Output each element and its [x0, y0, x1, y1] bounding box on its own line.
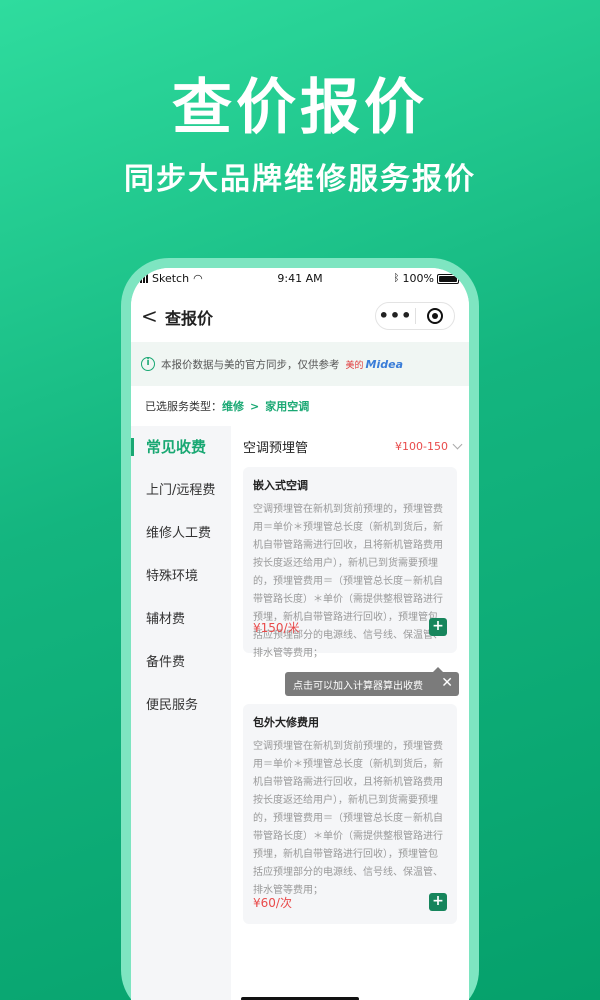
sidebar-item-labor-fees[interactable]: 维修人工费 [131, 512, 231, 555]
sidebar-item-special-env[interactable]: 特殊环境 [131, 555, 231, 598]
back-button[interactable]: < [141, 304, 158, 328]
target-icon [426, 308, 443, 324]
fee-card: 嵌入式空调 空调预埋管在新机到货前预埋的，预埋管费用＝单价＊预埋管总长度（新机到… [243, 467, 457, 659]
add-to-calculator-button[interactable]: + [429, 618, 447, 636]
notice-text: 本报价数据与美的官方同步，仅供参考 [161, 358, 340, 371]
service-type-label: 已选服务类型： [145, 400, 222, 413]
fee-card-description: 空调预埋管在新机到货前预埋的，预埋管费用＝单价＊预埋管总长度（新机到货后，新机自… [253, 504, 443, 659]
sidebar-item-visit-fees[interactable]: 上门/远程费 [131, 469, 231, 512]
fee-card-price: ¥60/次 [253, 896, 292, 910]
sidebar-item-spare-parts[interactable]: 备件费 [131, 641, 231, 684]
chevron-down-icon [452, 439, 463, 449]
service-type-bar: 已选服务类型： 维修 > 家用空调 [131, 386, 469, 426]
nav-bar: < 查报价 ••• [131, 290, 469, 342]
battery-percent: 100% [402, 272, 434, 285]
sidebar-item-convenience[interactable]: 便民服务 [131, 684, 231, 727]
category-header[interactable]: 空调预埋管 ¥100-150 [231, 426, 469, 466]
main-body: 常见收费 上门/远程费 维修人工费 特殊环境 辅材费 备件费 便民服务 空调预埋… [131, 426, 469, 1000]
category-price-range: ¥100-150 [395, 439, 448, 453]
category-sidebar: 常见收费 上门/远程费 维修人工费 特殊环境 辅材费 备件费 便民服务 [131, 426, 231, 1000]
category-name: 空调预埋管 [243, 440, 309, 456]
fee-card-title: 嵌入式空调 [253, 479, 308, 492]
brand-logo-cn: 美的 [345, 360, 364, 371]
notice-bar: i 本报价数据与美的官方同步，仅供参考 美的 Midea [131, 342, 469, 386]
service-type-level2[interactable]: 家用空调 [265, 398, 309, 414]
close-icon[interactable]: ✕ [441, 675, 453, 691]
more-icon[interactable]: ••• [376, 303, 415, 329]
hero-title: 查价报价 [172, 73, 428, 143]
chevron-right-icon: > [250, 399, 260, 413]
add-to-calculator-button[interactable]: + [429, 893, 447, 911]
bluetooth-icon: ᛒ [393, 273, 400, 284]
sidebar-item-materials[interactable]: 辅材费 [131, 598, 231, 641]
tooltip-text: 点击可以加入计算器算出收费 [293, 680, 423, 692]
close-mini-program-button[interactable] [416, 308, 454, 324]
calculator-tooltip: 点击可以加入计算器算出收费 ✕ [285, 667, 459, 696]
sidebar-item-common-fees[interactable]: 常见收费 [131, 426, 231, 469]
fee-card-description: 空调预埋管在新机到货前预埋的，预埋管费用＝单价＊预埋管总长度（新机到货后，新机自… [253, 741, 443, 896]
mini-program-capsule: ••• [375, 302, 455, 330]
fee-card-price: ¥150/米 [253, 621, 300, 635]
info-icon: i [141, 357, 155, 371]
fee-content: 空调预埋管 ¥100-150 嵌入式空调 空调预埋管在新机到货前预埋的，预埋管费… [231, 426, 469, 1000]
service-type-level1[interactable]: 维修 [222, 398, 244, 414]
hero-subtitle: 同步大品牌维修服务报价 [124, 162, 476, 197]
battery-icon [437, 273, 461, 284]
phone-frame: Sketch ◠ 9:41 AM ᛒ 100% < 查报价 ••• i 本报价数… [121, 258, 479, 1000]
brand-logo-en: Midea [365, 357, 403, 371]
fee-card-title: 包外大修费用 [253, 716, 319, 729]
page-title: 查报价 [165, 309, 214, 328]
status-bar: Sketch ◠ 9:41 AM ᛒ 100% [131, 268, 469, 290]
fee-card: 包外大修费用 空调预埋管在新机到货前预埋的，预埋管费用＝单价＊预埋管总长度（新机… [243, 704, 457, 924]
phone-screen: Sketch ◠ 9:41 AM ᛒ 100% < 查报价 ••• i 本报价数… [131, 268, 469, 1000]
